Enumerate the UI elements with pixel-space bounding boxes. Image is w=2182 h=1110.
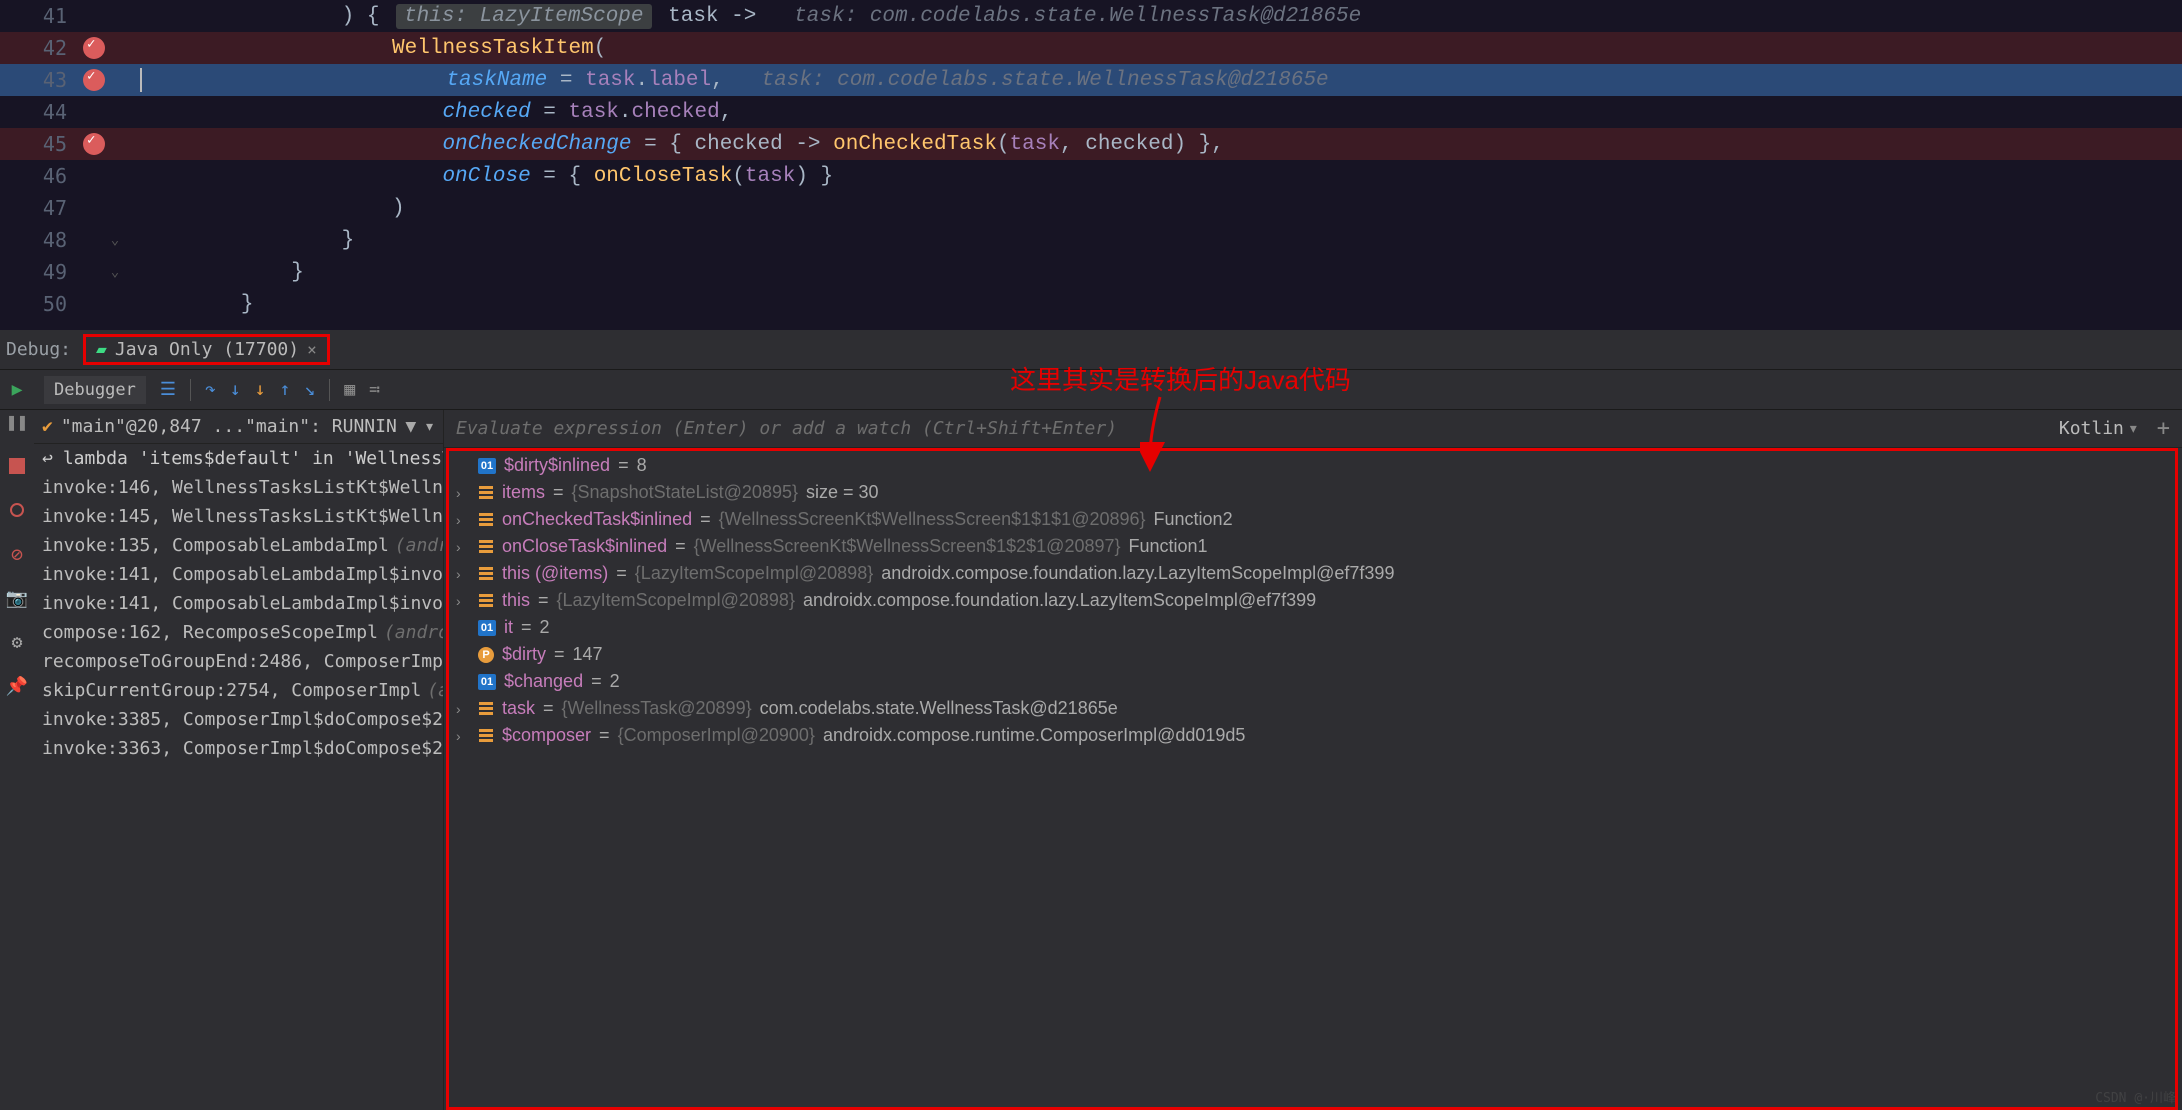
settings-icon[interactable]: ⚙ [7, 632, 27, 652]
variable-row[interactable]: ›$composer = {ComposerImpl@20900} androi… [444, 722, 2182, 749]
variable-row[interactable]: ›this = {LazyItemScopeImpl@20898} androi… [444, 587, 2182, 614]
mute-breakpoints-icon[interactable]: ⊘ [7, 544, 27, 564]
stack-frame[interactable]: invoke:145, WellnessTasksListKt$Wellness… [34, 502, 443, 531]
code-editor[interactable]: 4142434445464748⌄49⌄50 ) { this: LazyIte… [0, 0, 2182, 330]
breakpoint-icon[interactable] [83, 69, 105, 91]
eval-placeholder: Evaluate expression (Enter) or add a wat… [456, 418, 1117, 439]
stack-frame[interactable]: ↩lambda 'items$default' in 'WellnessTask… [34, 444, 443, 473]
evaluate-icon[interactable]: ▦ [344, 379, 355, 400]
breakpoint-icon[interactable] [83, 133, 105, 155]
gutter[interactable]: 4142434445464748⌄49⌄50 [0, 0, 130, 330]
variables-panel[interactable]: Evaluate expression (Enter) or add a wat… [444, 410, 2182, 1110]
trace-icon[interactable]: ≕ [369, 379, 380, 400]
code-area[interactable]: ) { this: LazyItemScope task -> task: co… [130, 0, 2182, 330]
step-out-icon[interactable]: ↑ [280, 379, 291, 400]
stack-frame[interactable]: invoke:141, ComposableLambdaImpl$invoke$ [34, 589, 443, 618]
stack-frame[interactable]: compose:162, RecomposeScopeImpl (android [34, 618, 443, 647]
variable-row[interactable]: ›onCheckedTask$inlined = {WellnessScreen… [444, 506, 2182, 533]
threads-icon[interactable]: ☰ [160, 379, 176, 400]
variable-row[interactable]: 01$changed = 2 [444, 668, 2182, 695]
variable-row[interactable]: 01$dirty$inlined = 8 [444, 452, 2182, 479]
android-icon: ▰ [96, 339, 107, 360]
variable-row[interactable]: ›items = {SnapshotStateList@20895} size … [444, 479, 2182, 506]
debugger-tab[interactable]: Debugger [44, 376, 146, 404]
stack-frame[interactable]: recomposeToGroupEnd:2486, ComposerImpl [34, 647, 443, 676]
force-step-into-icon[interactable]: ↓ [255, 379, 266, 400]
thread-selector[interactable]: ✔ "main"@20,847 ..."main": RUNNING ▼ ▾ [34, 410, 443, 444]
resume-icon[interactable]: ▶ [7, 380, 27, 400]
check-icon: ✔ [42, 416, 53, 437]
variable-row[interactable]: P$dirty = 147 [444, 641, 2182, 668]
pause-icon[interactable]: ❚❚ [7, 412, 27, 432]
language-selector[interactable]: Kotlin▾ + [2059, 416, 2170, 441]
debug-left-rail: ❚❚ ⊘ 📷 ⚙ 📌 [0, 410, 34, 1110]
filter-icon[interactable]: ▼ [405, 416, 416, 437]
thread-label: "main"@20,847 ..."main": RUNNING [61, 416, 397, 437]
variable-row[interactable]: ›this (@items) = {LazyItemScopeImpl@2089… [444, 560, 2182, 587]
breakpoint-icon[interactable] [83, 37, 105, 59]
stop-icon[interactable] [7, 456, 27, 476]
step-into-icon[interactable]: ↓ [230, 379, 241, 400]
run-to-cursor-icon[interactable]: ↘ [304, 379, 315, 400]
watermark: CSDN @·川峰 [2095, 1087, 2176, 1106]
stack-frame[interactable]: skipCurrentGroup:2754, ComposerImpl (and… [34, 676, 443, 705]
stack-frame[interactable]: invoke:3363, ComposerImpl$doCompose$2$5 [34, 734, 443, 763]
dropdown-icon[interactable]: ▾ [424, 416, 435, 437]
debug-config-tab[interactable]: ▰ Java Only (17700) × [83, 334, 330, 365]
frame-arrow-icon: ↩ [42, 448, 53, 469]
variable-row[interactable]: 01it = 2 [444, 614, 2182, 641]
stack-frame[interactable]: invoke:141, ComposableLambdaImpl$invoke$ [34, 560, 443, 589]
debug-tab-label: Java Only (17700) [115, 339, 299, 360]
annotation-text: 这里其实是转换后的Java代码 [1010, 360, 1351, 397]
step-over-icon[interactable]: ↷ [205, 379, 216, 400]
frames-panel[interactable]: ✔ "main"@20,847 ..."main": RUNNING ▼ ▾ ↩… [34, 410, 444, 1110]
debug-label: Debug: [6, 339, 71, 360]
variable-row[interactable]: ›onCloseTask$inlined = {WellnessScreenKt… [444, 533, 2182, 560]
stack-frame[interactable]: invoke:146, WellnessTasksListKt$Wellness… [34, 473, 443, 502]
stack-frame[interactable]: invoke:3385, ComposerImpl$doCompose$2$5 [34, 705, 443, 734]
view-breakpoints-icon[interactable] [7, 500, 27, 520]
evaluate-row[interactable]: Evaluate expression (Enter) or add a wat… [444, 410, 2182, 448]
close-icon[interactable]: × [307, 340, 317, 359]
stack-frame[interactable]: invoke:135, ComposableLambdaImpl (androi… [34, 531, 443, 560]
pin-icon[interactable]: 📌 [7, 676, 27, 696]
camera-icon[interactable]: 📷 [7, 588, 27, 608]
variable-row[interactable]: ›task = {WellnessTask@20899} com.codelab… [444, 695, 2182, 722]
